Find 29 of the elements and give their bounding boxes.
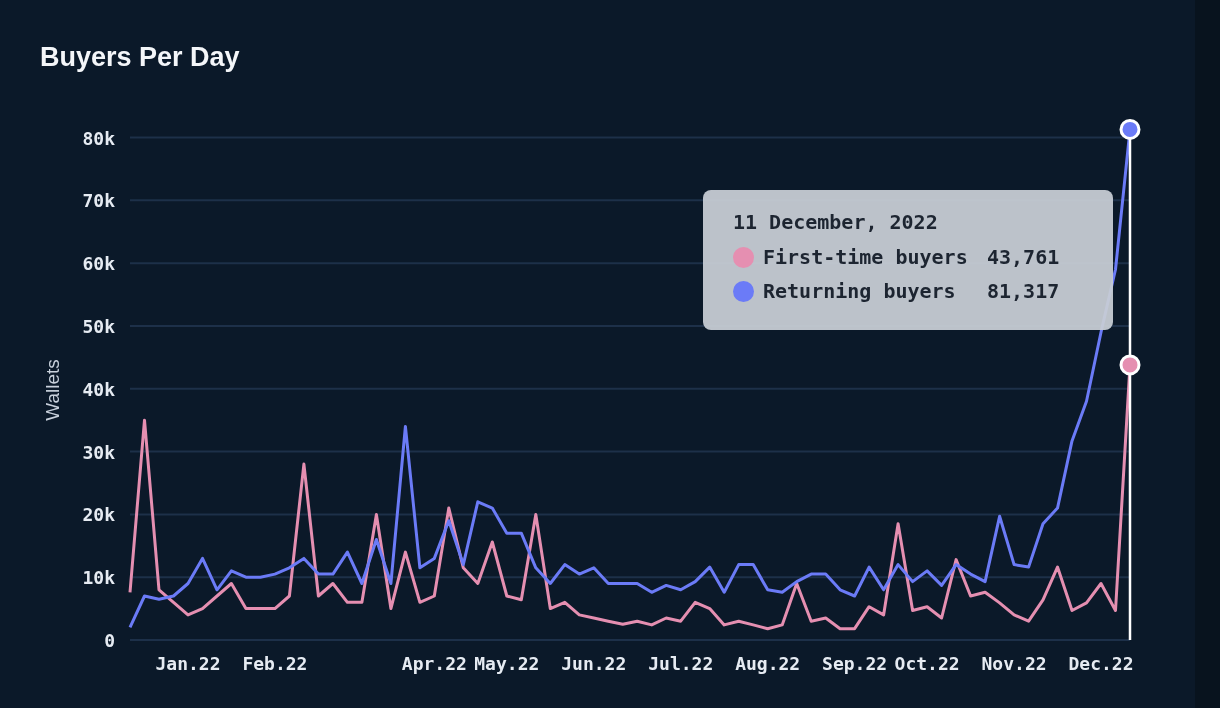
y-tick-label: 30k (82, 441, 115, 463)
x-tick-label: Jan.22 (155, 653, 221, 674)
series-label: Returning buyers (763, 279, 957, 303)
y-tick-label: 20k (82, 504, 115, 526)
x-tick-label: Nov.22 (981, 653, 1047, 674)
x-tick-label: Aug.22 (735, 653, 801, 674)
x-tick-label: Feb.22 (242, 653, 308, 674)
x-tick-label: Oct.22 (894, 653, 960, 674)
series-label: First-time buyers (763, 245, 969, 269)
x-tick-label: Jun.22 (561, 653, 627, 674)
x-tick-label: Jul.22 (648, 653, 714, 674)
y-axis-label: Wallets (42, 359, 63, 421)
y-tick-label: 0 (104, 630, 115, 651)
y-tick-label: 70k (82, 190, 115, 212)
x-tick-label: Apr.22 (401, 653, 467, 674)
y-tick-label: 60k (82, 253, 115, 275)
chart-title: Buyers Per Day (39, 41, 241, 74)
tooltip-date: 11 December, 2022 (733, 210, 939, 234)
hover-marker (1119, 118, 1141, 140)
y-tick-label: 40k (82, 378, 115, 400)
x-tick-label: May.22 (474, 653, 540, 674)
series-value: 81,317 (987, 279, 1060, 303)
y-tick-label: 50k (82, 316, 115, 337)
series-value: 43,761 (987, 245, 1060, 269)
y-tick-label: 10k (82, 567, 115, 589)
y-tick-label: 80k (82, 127, 115, 149)
hover-marker (1119, 354, 1141, 376)
x-tick-label: Sep.22 (822, 653, 888, 674)
x-tick-label: Dec.22 (1068, 653, 1134, 674)
